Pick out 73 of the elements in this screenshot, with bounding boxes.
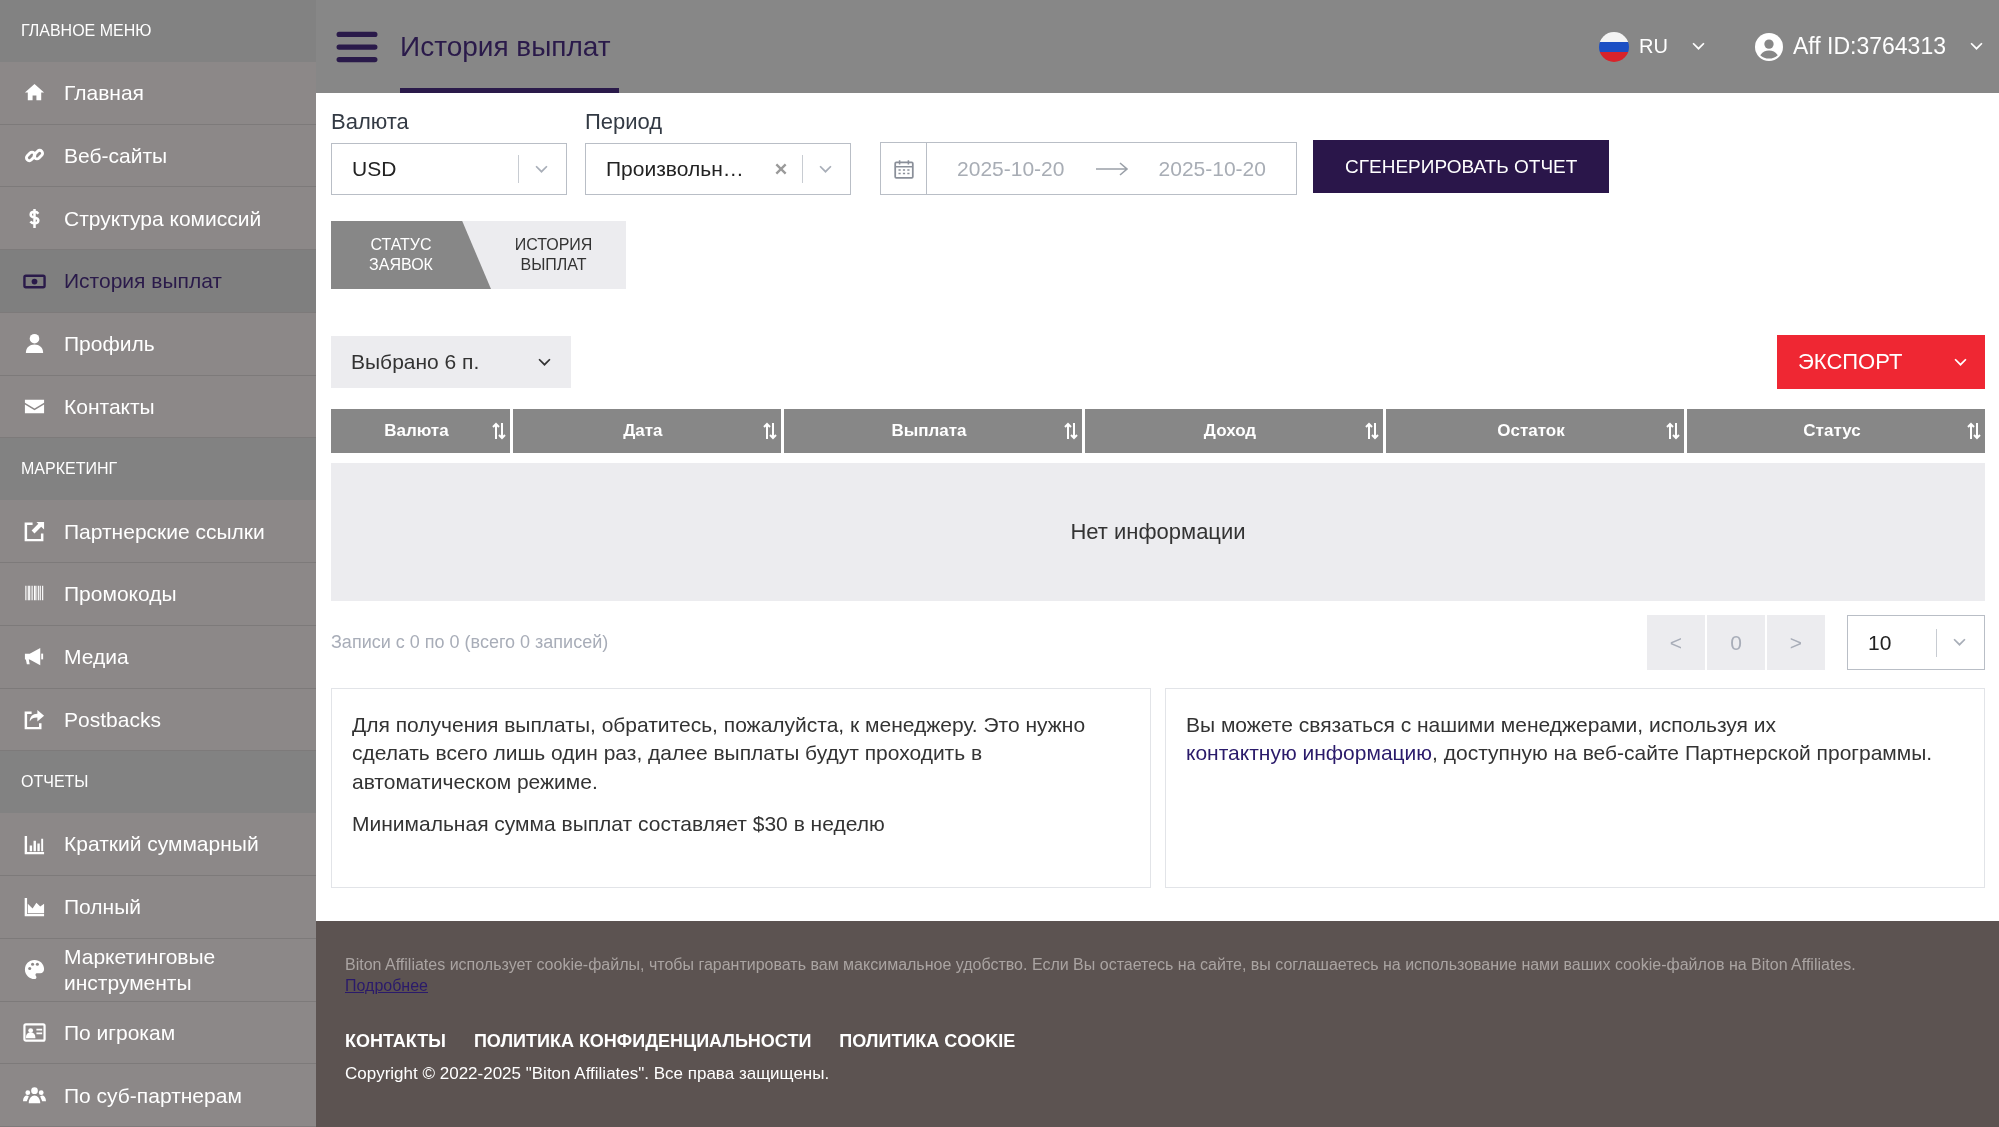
- next-page-button[interactable]: >: [1767, 615, 1825, 670]
- sidebar-item[interactable]: Партнерские ссылки: [0, 500, 316, 564]
- chevron-down-icon: [819, 164, 832, 174]
- menu-icon[interactable]: [336, 29, 378, 64]
- column-header[interactable]: Выплата: [784, 409, 1082, 453]
- sidebar-item[interactable]: Веб-сайты: [0, 124, 316, 188]
- sort-icon: [1967, 421, 1981, 441]
- column-header[interactable]: Дата: [512, 409, 781, 453]
- column-header[interactable]: Статус: [1687, 409, 1985, 453]
- export-button[interactable]: ЭКСПОРТ: [1777, 335, 1985, 389]
- date-range-field[interactable]: 2025-10-20 2025-10-20: [880, 142, 1297, 195]
- arrow-right-icon: [1094, 161, 1129, 176]
- page-number[interactable]: 0: [1707, 615, 1765, 670]
- field-label: Период: [585, 109, 664, 135]
- contact-info-link[interactable]: контактную информацию: [1186, 741, 1433, 765]
- sidebar-item[interactable]: По игрокам: [0, 1001, 316, 1065]
- calendar-icon: [892, 157, 915, 180]
- sidebar-item[interactable]: Медиа: [0, 625, 316, 689]
- share-icon: [23, 708, 46, 731]
- palette-icon: [23, 958, 46, 982]
- period-select[interactable]: Произвольн…: [585, 143, 851, 195]
- footer-link[interactable]: КОНТАКТЫ: [345, 1030, 446, 1052]
- chevron-down-icon: [535, 164, 548, 174]
- currency-select[interactable]: USD: [331, 143, 567, 195]
- column-header[interactable]: Остаток: [1386, 409, 1684, 453]
- cookie-notice: Biton Affiliates использует cookie-файлы, чтобы гарантировать вам максимальное удобство. Если Вы остаетесь на сайте, вы соглашаетесь на использование нами ваших cookie-файлов на Biton Affiliates. Подробнее: [345, 955, 1857, 996]
- chevron-down-icon: [1954, 357, 1967, 367]
- info-text: Вы можете связаться с нашими менеджерами, используя их контактную информацию, доступную на веб-сайте Партнерской программы.: [1186, 712, 1934, 767]
- page-size-select[interactable]: 10: [1847, 615, 1985, 670]
- area-chart-icon: [23, 895, 46, 919]
- clear-icon[interactable]: [774, 162, 788, 176]
- sort-icon: [1666, 421, 1680, 441]
- previous-page-button[interactable]: <: [1647, 615, 1705, 670]
- tab[interactable]: СТАТУС ЗАЯВОК: [331, 221, 491, 289]
- copyright: Copyright © 2022-2025 "Biton Affiliates". Все права защищены.: [345, 1063, 831, 1084]
- column-header[interactable]: Доход: [1085, 409, 1383, 453]
- field-label: Валюта: [331, 109, 410, 135]
- sidebar-item[interactable]: История выплат: [0, 250, 316, 313]
- empty-message: Нет информации: [1070, 519, 1246, 545]
- flag-icon: [1599, 31, 1630, 62]
- sidebar-item[interactable]: Маркетинговые инструменты: [0, 938, 316, 1002]
- generate-report-button[interactable]: СГЕНЕРИРОВАТЬ ОТЧЕТ: [1313, 140, 1610, 193]
- sort-icon: [491, 421, 506, 441]
- sidebar-section-title: МАРКЕТИНГ: [0, 438, 316, 501]
- account-menu[interactable]: Aff ID:3764313: [1754, 32, 1983, 61]
- sidebar-section-title: ГЛАВНОЕ МЕНЮ: [0, 0, 316, 62]
- footer-link[interactable]: ПОЛИТИКА КОНФИДЕНЦИАЛЬНОСТИ: [473, 1030, 812, 1052]
- more-link[interactable]: Подробнее: [345, 976, 428, 994]
- info-text: Для получения выплаты, обратитесь, пожалуйста, к менеджеру. Это нужно сделать всего лишь один раз, далее выплаты будут проходить в автоматическом режиме.: [352, 712, 1087, 795]
- column-header[interactable]: Валюта: [331, 409, 510, 453]
- chevron-down-icon: [1970, 42, 1983, 51]
- page-title: История выплат: [400, 0, 619, 93]
- sort-icon: [1365, 421, 1379, 441]
- external-link-icon: [23, 519, 46, 543]
- sidebar-item[interactable]: Главная: [0, 61, 316, 125]
- sidebar-item[interactable]: Полный: [0, 875, 316, 939]
- chevron-down-icon: [538, 357, 551, 367]
- sort-icon: [1064, 421, 1078, 441]
- records-info: Записи с 0 по 0 (всего 0 записей): [331, 632, 609, 653]
- footer-link[interactable]: ПОЛИТИКА COOKIE: [839, 1030, 1016, 1052]
- sidebar-section-title: ОТЧЕТЫ: [0, 751, 316, 814]
- info-text: Минимальная сумма выплат составляет $30 в неделю: [352, 811, 886, 838]
- chevron-down-icon: [1691, 42, 1705, 51]
- sort-icon: [763, 421, 777, 441]
- user-icon: [23, 332, 46, 356]
- sidebar-item[interactable]: Промокоды: [0, 563, 316, 626]
- language-selector[interactable]: RU: [1599, 31, 1705, 62]
- chevron-down-icon: [1953, 638, 1966, 647]
- sidebar-item[interactable]: Краткий суммарный: [0, 813, 316, 876]
- sidebar-item[interactable]: Профиль: [0, 312, 316, 376]
- column-select[interactable]: Выбрано 6 п.: [331, 336, 571, 388]
- avatar-icon: [1754, 32, 1783, 61]
- id-card-icon: [23, 1020, 46, 1044]
